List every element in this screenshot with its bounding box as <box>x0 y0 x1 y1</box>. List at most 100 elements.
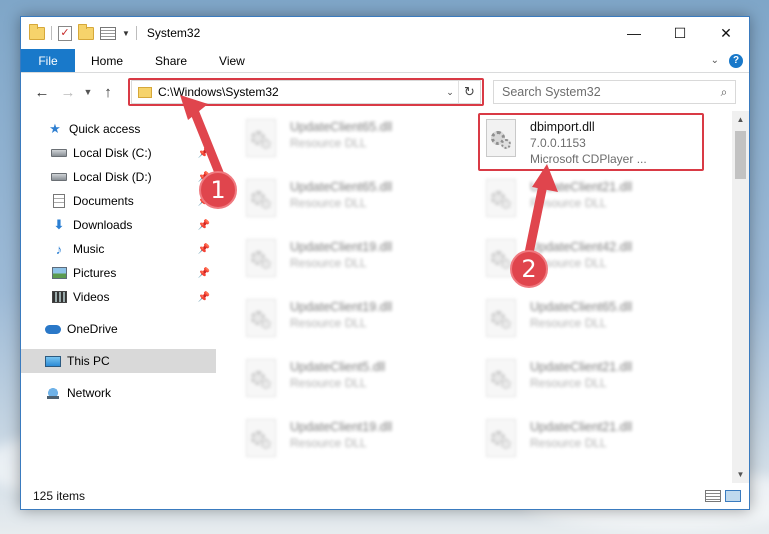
file-name: dbimport.dll <box>530 120 595 134</box>
dll-file-icon <box>482 119 522 163</box>
sidebar-item-label: Downloads <box>73 218 133 232</box>
disk-icon <box>51 173 67 181</box>
dll-file-icon <box>242 119 282 163</box>
pin-icon[interactable]: 📌 <box>198 292 210 303</box>
sidebar-item-label: Quick access <box>69 122 141 136</box>
chevron-down-icon[interactable]: ▼ <box>122 29 130 38</box>
search-input[interactable] <box>502 85 713 99</box>
file-item[interactable]: UpdateClient65.dll Resource DLL <box>478 295 708 351</box>
file-name: UpdateClient5.dll <box>290 360 386 374</box>
file-description: Resource DLL <box>290 376 367 390</box>
window-title: System32 <box>146 26 201 40</box>
up-arrow-icon[interactable]: ↑ <box>95 84 121 101</box>
address-path[interactable]: C:\Windows\System32 <box>158 85 442 99</box>
expand-ribbon-icon[interactable]: ⌄ <box>711 55 719 66</box>
sidebar-item-onedrive[interactable]: OneDrive <box>21 317 216 341</box>
file-name: UpdateClient21.dll <box>530 180 633 194</box>
sidebar-item-network[interactable]: Network <box>21 381 216 405</box>
music-icon: ♪ <box>55 241 63 257</box>
network-icon <box>45 387 61 399</box>
file-item[interactable]: UpdateClient65.dll Resource DLL <box>238 175 468 231</box>
sidebar-item-videos[interactable]: Videos 📌 <box>21 285 216 309</box>
sidebar-item-label: Pictures <box>73 266 117 280</box>
sidebar-item-local-disk-d[interactable]: Local Disk (D:) 📌 <box>21 165 216 189</box>
file-item-dbimport[interactable]: dbimport.dll 7.0.0.1153 Microsoft CDPlay… <box>478 115 704 171</box>
back-arrow-icon[interactable]: ← <box>29 84 55 101</box>
dll-file-icon <box>242 239 282 283</box>
sidebar-item-label: Videos <box>73 290 110 304</box>
details-view-icon[interactable] <box>705 490 721 502</box>
folder-icon <box>29 23 45 40</box>
properties-check-icon[interactable]: ✓ <box>58 25 72 41</box>
file-item[interactable]: UpdateClient21.dll Resource DLL <box>478 415 708 471</box>
star-icon: ★ <box>49 121 61 136</box>
file-name: UpdateClient21.dll <box>530 420 633 434</box>
sidebar-item-local-disk-c[interactable]: Local Disk (C:) 📌 <box>21 141 216 165</box>
pin-icon[interactable]: 📌 <box>198 244 210 255</box>
file-item[interactable]: UpdateClient21.dll Resource DLL <box>478 175 708 231</box>
file-version: 7.0.0.1153 <box>530 136 586 150</box>
videos-icon <box>51 291 67 303</box>
sidebar-item-music[interactable]: ♪ Music 📌 <box>21 237 216 261</box>
onedrive-cloud-icon <box>45 324 61 334</box>
tab-view[interactable]: View <box>203 49 261 72</box>
forward-arrow-icon[interactable]: → <box>55 84 81 101</box>
file-description: Microsoft CDPlayer ... <box>530 152 647 166</box>
maximize-button[interactable]: ☐ <box>657 17 703 49</box>
customize-icon[interactable] <box>100 26 116 40</box>
sidebar-item-label: Documents <box>73 194 134 208</box>
status-bar: 125 items <box>21 483 749 509</box>
sidebar-item-documents[interactable]: Documents 📌 <box>21 189 216 213</box>
scrollbar-thumb[interactable] <box>735 131 746 179</box>
close-button[interactable]: ✕ <box>703 17 749 49</box>
scroll-down-icon[interactable]: ▼ <box>732 466 749 483</box>
pin-icon[interactable]: 📌 <box>198 268 210 279</box>
search-box[interactable]: ⌕ <box>493 80 736 104</box>
recent-locations-icon[interactable]: ▼ <box>81 87 95 97</box>
large-icons-view-icon[interactable] <box>725 490 741 502</box>
new-folder-icon[interactable] <box>78 23 94 40</box>
help-icon[interactable]: ? <box>729 53 743 68</box>
pin-icon[interactable]: 📌 <box>198 148 210 159</box>
file-item[interactable]: UpdateClient19.dll Resource DLL <box>238 295 468 351</box>
file-description: Resource DLL <box>290 136 367 150</box>
file-name: UpdateClient65.dll <box>530 300 633 314</box>
file-item[interactable]: UpdateClient21.dll Resource DLL <box>478 355 708 411</box>
tab-file[interactable]: File <box>21 49 75 72</box>
refresh-icon[interactable]: ↻ <box>458 81 480 103</box>
file-item[interactable]: UpdateClient19.dll Resource DLL <box>238 235 468 291</box>
sidebar-item-label: Local Disk (D:) <box>73 170 152 184</box>
tab-home[interactable]: Home <box>75 49 139 72</box>
file-description: Resource DLL <box>530 376 607 390</box>
sidebar-item-this-pc[interactable]: This PC <box>21 349 216 373</box>
minimize-button[interactable]: — <box>611 17 657 49</box>
dll-file-icon <box>242 179 282 223</box>
ribbon-tabs: File Home Share View ⌄ ? <box>21 49 749 73</box>
file-item[interactable]: UpdateClient65.dll Resource DLL <box>238 115 468 171</box>
chevron-down-icon[interactable]: ⌄ <box>442 87 458 98</box>
sidebar-item-quick-access[interactable]: ★ Quick access <box>21 117 216 141</box>
scroll-up-icon[interactable]: ▲ <box>732 111 749 128</box>
dll-file-icon <box>482 179 522 223</box>
sidebar-item-label: Music <box>73 242 105 256</box>
file-name: UpdateClient19.dll <box>290 240 393 254</box>
disk-icon <box>51 149 67 157</box>
sidebar-item-pictures[interactable]: Pictures 📌 <box>21 261 216 285</box>
pin-icon[interactable]: 📌 <box>198 220 210 231</box>
search-icon[interactable]: ⌕ <box>713 85 735 100</box>
navigation-pane: ★ Quick access Local Disk (C:) 📌 Local D… <box>21 111 216 483</box>
title-bar: ✓ ▼ System32 — ☐ ✕ <box>21 17 749 49</box>
sidebar-item-label: OneDrive <box>67 322 118 336</box>
file-description: Resource DLL <box>290 436 367 450</box>
file-name: UpdateClient19.dll <box>290 300 393 314</box>
vertical-scrollbar[interactable]: ▲ ▼ <box>732 111 749 483</box>
computer-icon <box>45 355 61 367</box>
sidebar-item-downloads[interactable]: ⬇ Downloads 📌 <box>21 213 216 237</box>
tab-share[interactable]: Share <box>139 49 203 72</box>
file-explorer-window: ✓ ▼ System32 — ☐ ✕ File Home Share View … <box>20 16 750 510</box>
dll-file-icon <box>482 359 522 403</box>
file-item[interactable]: UpdateClient19.dll Resource DLL <box>238 415 468 471</box>
file-item[interactable]: UpdateClient5.dll Resource DLL <box>238 355 468 411</box>
address-bar[interactable]: C:\Windows\System32 ⌄ ↻ <box>131 80 481 104</box>
file-description: Resource DLL <box>530 316 607 330</box>
